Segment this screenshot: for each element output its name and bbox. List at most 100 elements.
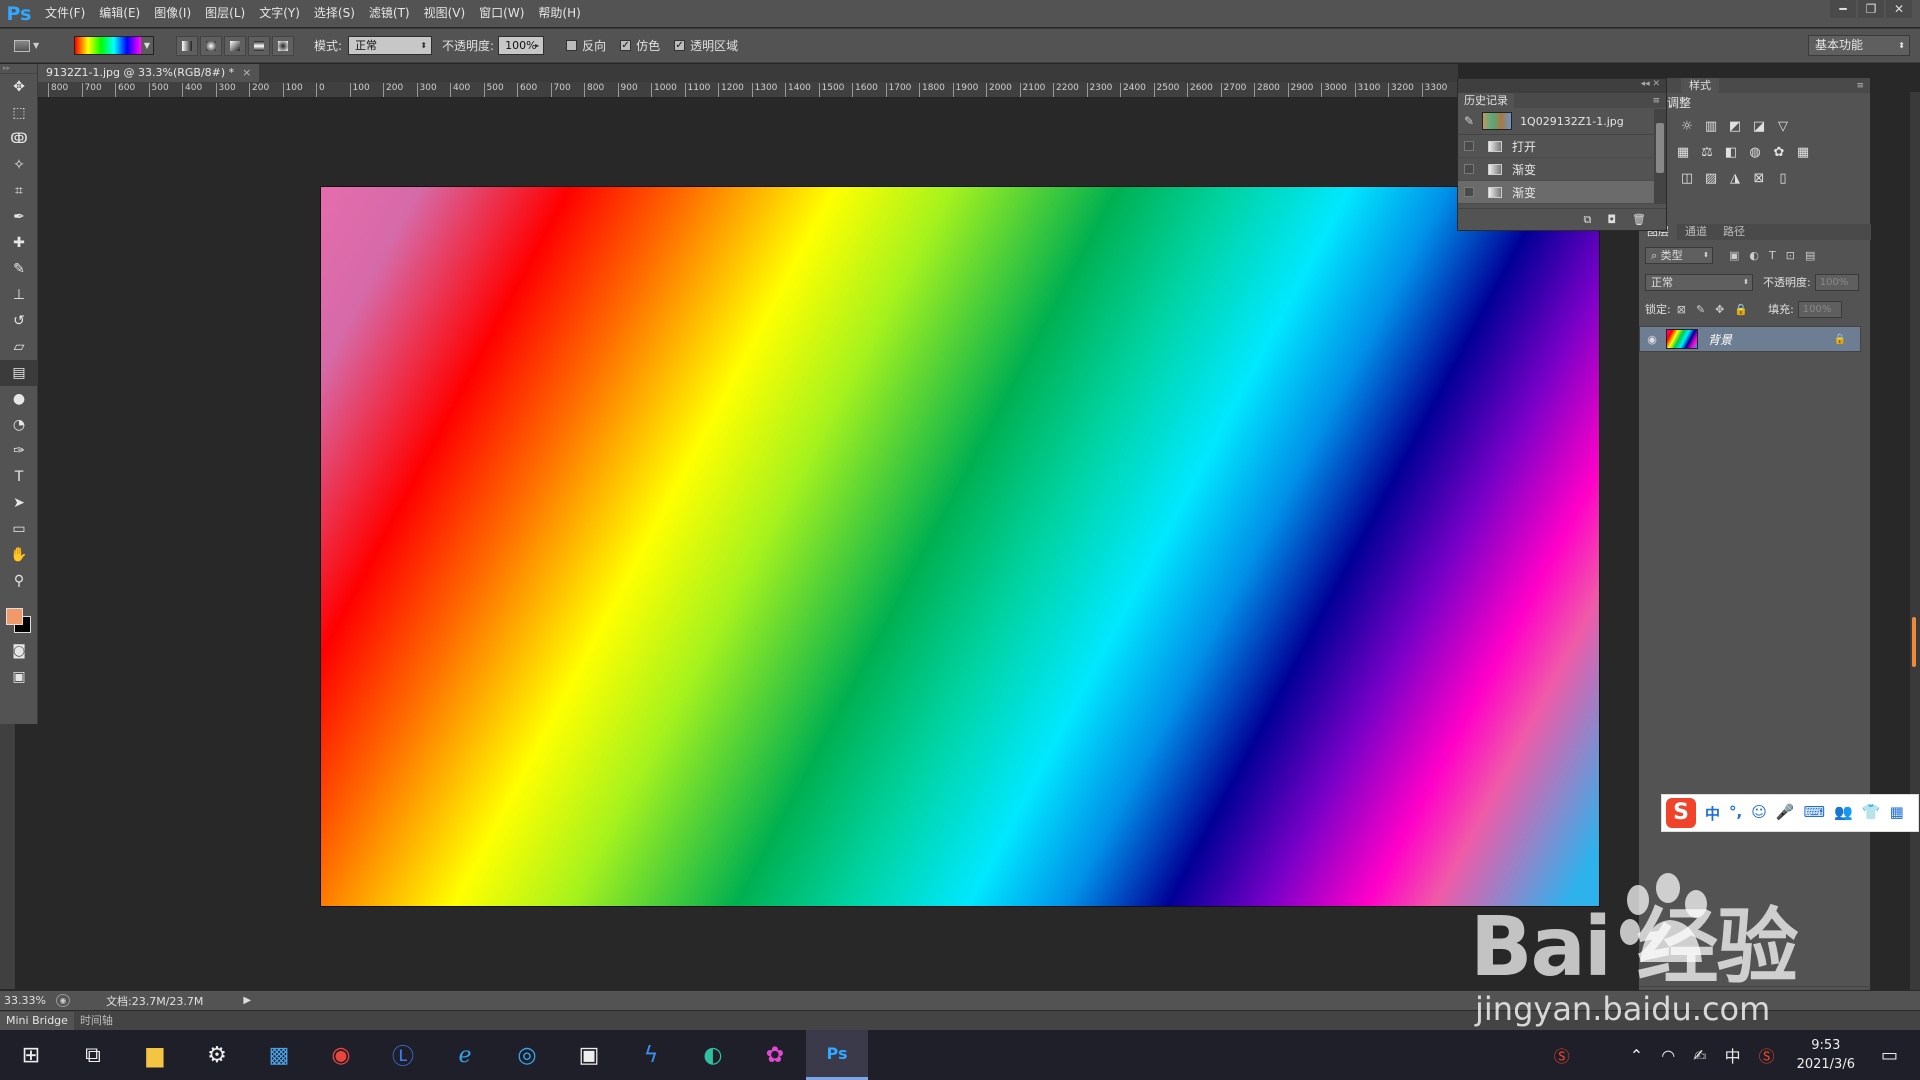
restore-button[interactable]: ❐	[1858, 0, 1884, 18]
ime-toolbar-item[interactable]: ☺	[1751, 803, 1767, 824]
gradient-tool-icon[interactable]: ▤	[0, 360, 38, 386]
pen-tool-icon[interactable]: ✑	[0, 438, 38, 464]
app-l-icon[interactable]: Ⓛ	[372, 1030, 434, 1080]
reflected-gradient-button[interactable]	[248, 35, 270, 56]
mode-select[interactable]: 正常 ⬍	[348, 36, 433, 55]
history-step[interactable]: 渐变	[1458, 158, 1666, 181]
opacity-input[interactable]: 100% ▸	[498, 36, 545, 55]
eyedropper-tool-icon[interactable]: ✒	[0, 204, 38, 230]
hand-tool-icon[interactable]: ✋	[0, 542, 38, 568]
pen-icon[interactable]: ✍	[1693, 1046, 1706, 1065]
menu-item[interactable]: 视图(V)	[417, 0, 473, 27]
healing-brush-tool-icon[interactable]: ✚	[0, 230, 38, 256]
lock-all-icon[interactable]: 🔒	[1734, 303, 1748, 316]
brightness-icon[interactable]: ☼	[1675, 119, 1699, 134]
type-tool-icon[interactable]: T	[0, 464, 38, 490]
brush-tool-icon[interactable]: ✎	[0, 256, 38, 282]
pixel-filter-icon[interactable]: ▣	[1729, 249, 1739, 262]
hue-saturation-icon[interactable]: ▦	[1671, 145, 1695, 160]
layer-row[interactable]: ◉ 背景 🔒	[1639, 326, 1861, 352]
play-arrow-icon[interactable]: ▶	[243, 995, 251, 1006]
path-selection-tool-icon[interactable]: ➤	[0, 490, 38, 516]
wifi-icon[interactable]: ◠	[1661, 1046, 1675, 1065]
history-snapshot[interactable]: ✎ 1Q029132Z1-1.jpg	[1458, 108, 1666, 135]
menu-item[interactable]: 文字(Y)	[252, 0, 307, 27]
panel-menu-icon[interactable]: ≡	[1856, 81, 1870, 91]
radial-gradient-button[interactable]	[200, 35, 222, 56]
history-brush-source-box[interactable]	[1464, 187, 1474, 197]
curves-icon[interactable]: ◩	[1723, 119, 1747, 134]
history-scrollbar[interactable]	[1654, 109, 1666, 204]
trash-icon[interactable]: 🗑	[1632, 213, 1646, 226]
history-step[interactable]: 渐变	[1458, 181, 1666, 204]
document-info-icon[interactable]: ◉	[56, 994, 70, 1007]
ime-toolbar-item[interactable]: 🎤	[1776, 803, 1795, 824]
posterize-icon[interactable]: ▨	[1699, 171, 1723, 186]
feishu-icon[interactable]: ϟ	[620, 1030, 682, 1080]
task-view-icon[interactable]: ⧉	[62, 1030, 124, 1080]
checkbox-box[interactable]: ✓	[674, 40, 686, 51]
history-step[interactable]: 打开	[1458, 135, 1666, 158]
black-white-icon[interactable]: ◧	[1719, 145, 1743, 160]
sogou-logo[interactable]: S	[1666, 798, 1696, 828]
layer-opacity-input[interactable]: 100%	[1814, 273, 1859, 291]
lasso-tool-icon[interactable]: ↂ	[0, 126, 38, 152]
selective-color-icon[interactable]: ▯	[1771, 171, 1795, 186]
new-document-from-state-icon[interactable]: ⧉	[1583, 213, 1591, 227]
threshold-icon[interactable]: ◮	[1723, 171, 1747, 186]
menu-item[interactable]: 选择(S)	[307, 0, 362, 27]
dodge-tool-icon[interactable]: ◔	[0, 412, 38, 438]
invert-icon[interactable]: ◫	[1675, 171, 1699, 186]
channel-mixer-icon[interactable]: ✿	[1767, 145, 1791, 160]
tab-timeline[interactable]: 时间轴	[74, 1012, 119, 1030]
ime-toolbar-item[interactable]: ⌨	[1804, 803, 1826, 824]
clock[interactable]: 9:53 2021/3/6	[1797, 1036, 1855, 1074]
eraser-tool-icon[interactable]: ▱	[0, 334, 38, 360]
eye-icon[interactable]: ◉	[1640, 333, 1664, 346]
lock-pixels-icon[interactable]: ✎	[1696, 303, 1705, 316]
transparency-checkbox[interactable]: ✓ 透明区域	[674, 37, 738, 54]
ime-toolbar-item[interactable]: ▦	[1890, 803, 1904, 824]
ime-language[interactable]: 中	[1725, 1043, 1741, 1067]
move-tool-icon[interactable]: ✥	[0, 74, 38, 100]
color-balance-icon[interactable]: ⚖	[1695, 145, 1719, 160]
tab-channels[interactable]: 通道	[1677, 224, 1715, 240]
history-brush-source-icon[interactable]: ✎	[1464, 114, 1474, 128]
zoom-level[interactable]: 33.33%	[0, 994, 56, 1007]
tab-paths[interactable]: 路径	[1715, 224, 1753, 240]
quick-mask-icon[interactable]: ◙	[0, 638, 38, 664]
history-brush-tool-icon[interactable]: ↺	[0, 308, 38, 334]
shape-tool-icon[interactable]: ▭	[0, 516, 38, 542]
edge-icon[interactable]: ◐	[682, 1030, 744, 1080]
right-scrollbar[interactable]	[1910, 92, 1920, 1002]
crop-tool-icon[interactable]: ⌗	[0, 178, 38, 204]
ime-toolbar-item[interactable]: °,	[1729, 803, 1742, 824]
marquee-tool-icon[interactable]: ⬚	[0, 100, 38, 126]
checkbox-box[interactable]	[566, 40, 578, 51]
menu-item[interactable]: 滤镜(T)	[362, 0, 417, 27]
document-canvas[interactable]	[320, 186, 1600, 907]
minimize-button[interactable]: ━	[1830, 0, 1856, 18]
tool-preset-picker[interactable]: ▼	[14, 37, 44, 55]
levels-icon[interactable]: ▥	[1699, 119, 1723, 134]
menu-item[interactable]: 图像(I)	[147, 0, 198, 27]
chevron-up-icon[interactable]: ⌃	[1630, 1046, 1643, 1065]
vibrance-icon[interactable]: ▽	[1771, 119, 1795, 134]
gradient-editor-preview[interactable]: ▼	[74, 36, 154, 55]
tab-history[interactable]: 历史记录	[1458, 93, 1514, 108]
history-brush-source-box[interactable]	[1464, 164, 1474, 174]
gradient-map-icon[interactable]: ⊠	[1747, 171, 1771, 186]
foreground-color-swatch[interactable]	[6, 608, 23, 625]
magic-wand-tool-icon[interactable]: ✧	[0, 152, 38, 178]
ime-toolbar-item[interactable]: 👥	[1834, 803, 1853, 824]
file-explorer-icon[interactable]: ▆	[124, 1030, 186, 1080]
notification-icon[interactable]: ▭	[1881, 1045, 1898, 1066]
linear-gradient-button[interactable]	[176, 35, 198, 56]
photoshop-taskbar-icon[interactable]: Ps	[806, 1030, 868, 1080]
baidu-netdisk-icon[interactable]: ✿	[744, 1030, 806, 1080]
close-icon[interactable]: ×	[242, 64, 251, 82]
menu-item[interactable]: 帮助(H)	[531, 0, 587, 27]
type-filter-icon[interactable]: T	[1769, 249, 1776, 262]
tab-mini-bridge[interactable]: Mini Bridge	[0, 1011, 74, 1030]
dither-checkbox[interactable]: ✓ 仿色	[620, 37, 660, 54]
